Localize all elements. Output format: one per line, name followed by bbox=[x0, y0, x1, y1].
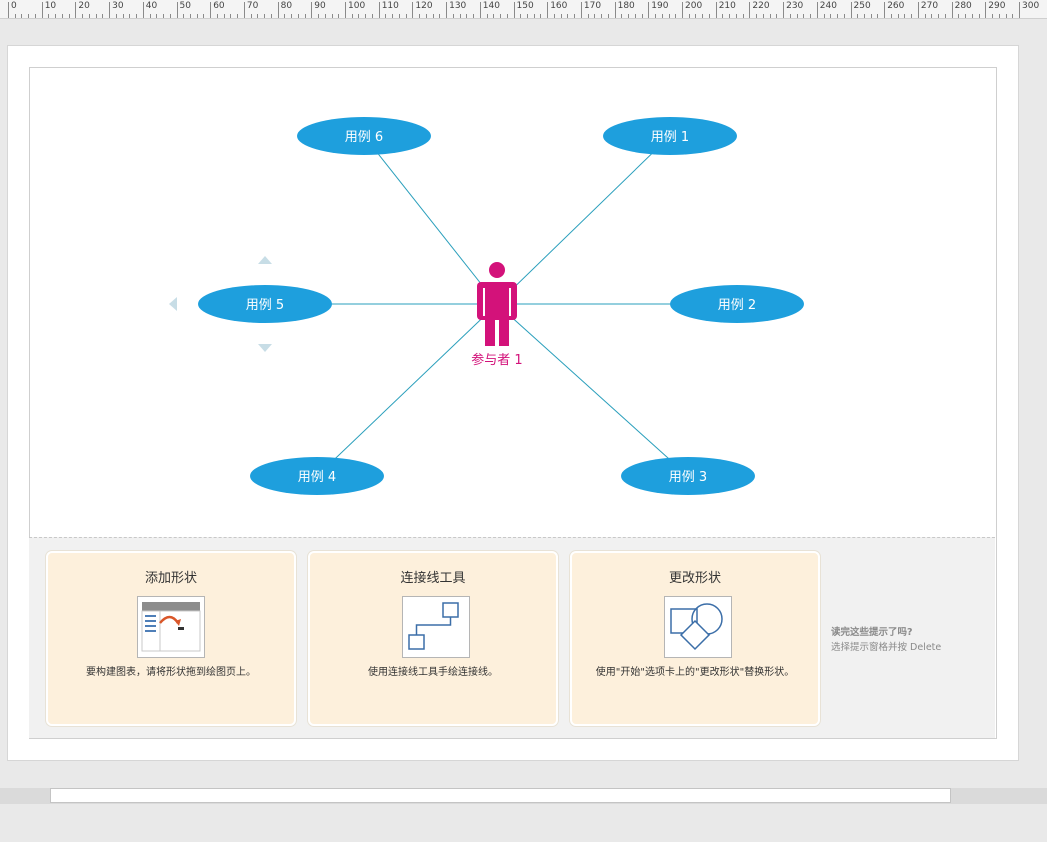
tip-card-text: 使用"开始"选项卡上的"更改形状"替换形状。 bbox=[595, 667, 795, 678]
add-shapes-illustration-icon bbox=[137, 596, 205, 658]
use-case-label: 用例 2 bbox=[718, 298, 756, 313]
tip-card-connector-tool: 连接线工具 使用连接线工具手绘连接线。 bbox=[308, 551, 558, 726]
use-case-ellipse[interactable]: 用例 2 bbox=[670, 285, 804, 323]
use-case-ellipse[interactable]: 用例 1 bbox=[603, 117, 737, 155]
use-case-ellipse[interactable]: 用例 5 bbox=[198, 285, 332, 323]
horizontal-scrollbar[interactable] bbox=[50, 788, 951, 803]
association-connector[interactable] bbox=[496, 135, 671, 305]
change-shape-illustration-icon bbox=[664, 596, 732, 658]
use-case-label: 用例 5 bbox=[246, 298, 284, 313]
use-case-label: 用例 1 bbox=[651, 130, 689, 145]
use-case-ellipse[interactable]: 用例 3 bbox=[621, 457, 755, 495]
resize-handle-up-icon[interactable] bbox=[258, 256, 272, 264]
tips-dismiss-question: 读完这些提示了吗? bbox=[831, 627, 913, 638]
connector-tool-illustration-icon bbox=[402, 596, 470, 658]
tip-card-title: 更改形状 bbox=[668, 571, 721, 586]
use-case-ellipse[interactable]: 用例 6 bbox=[297, 117, 431, 155]
use-case-label: 用例 3 bbox=[669, 470, 707, 485]
tip-card-add-shapes: 添加形状 要构建图表，请将形状拖到绘图页上。 bbox=[46, 551, 296, 726]
tip-card-title: 连接线工具 bbox=[400, 571, 466, 586]
actor-head[interactable] bbox=[489, 262, 505, 278]
actor-right-arm-gap bbox=[509, 288, 511, 316]
association-connector[interactable] bbox=[496, 303, 689, 477]
actor-label: 参与者 1 bbox=[471, 352, 522, 368]
use-case-label: 用例 6 bbox=[345, 130, 383, 145]
tips-dismiss-hint: 选择提示窗格并按 Delete bbox=[831, 642, 942, 653]
use-case-label: 用例 4 bbox=[298, 470, 336, 485]
actor-left-leg[interactable] bbox=[485, 316, 495, 346]
tip-card-change-shape: 更改形状 使用"开始"选项卡上的"更改形状"替换形状。 bbox=[570, 551, 820, 726]
resize-handle-left-icon[interactable] bbox=[169, 297, 177, 311]
actor-right-leg[interactable] bbox=[499, 316, 509, 346]
tip-card-text: 要构建图表，请将形状拖到绘图页上。 bbox=[86, 667, 256, 678]
tip-card-text: 使用连接线工具手绘连接线。 bbox=[368, 667, 498, 678]
association-connector[interactable] bbox=[316, 303, 498, 477]
association-connector[interactable] bbox=[363, 135, 498, 305]
resize-handle-down-icon[interactable] bbox=[258, 344, 272, 352]
actor-figure-icon[interactable] bbox=[477, 262, 517, 346]
tip-card-title: 添加形状 bbox=[144, 571, 197, 586]
actor-left-arm-gap bbox=[483, 288, 485, 316]
use-case-ellipse[interactable]: 用例 4 bbox=[250, 457, 384, 495]
